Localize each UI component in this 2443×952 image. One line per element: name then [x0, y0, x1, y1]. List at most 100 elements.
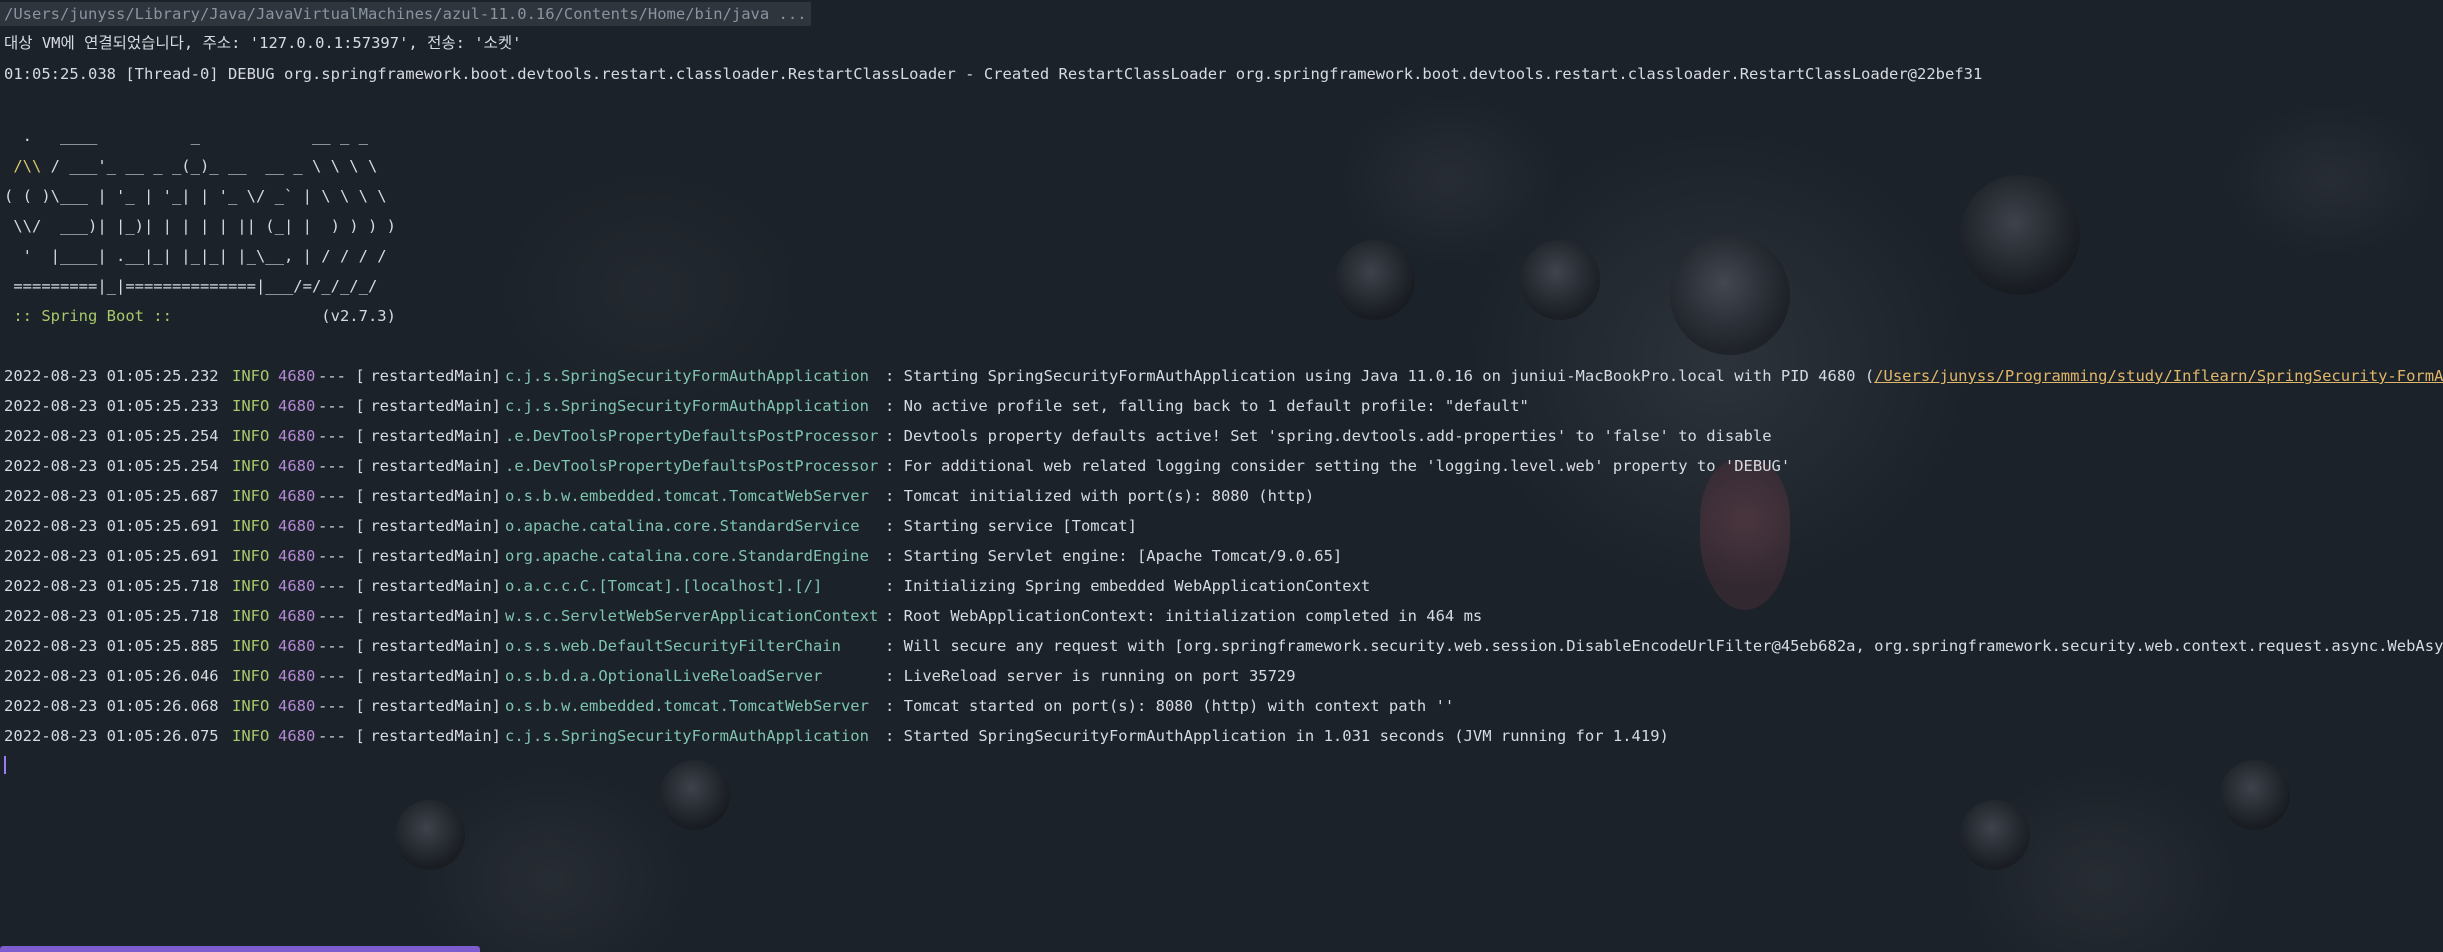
log-separator: --- [ — [318, 457, 365, 475]
log-line: 2022-08-23 01:05:25.885 INFO 4680 --- [rest… — [4, 636, 2443, 656]
log-line: 2022-08-23 01:05:25.232 INFO 4680 --- [rest… — [4, 366, 2443, 386]
log-level: INFO — [232, 517, 270, 535]
log-timestamp: 2022-08-23 01:05:25.718 — [4, 607, 219, 625]
log-logger: o.apache.catalina.core.StandardService — [505, 517, 860, 535]
log-level: INFO — [232, 397, 270, 415]
run-console-window: { "console": { "command": "/Users/junyss… — [0, 0, 2443, 952]
log-thread: restartedMain] — [370, 457, 501, 475]
log-message: : LiveReload server is running on port 3… — [885, 667, 1296, 685]
log-separator: --- [ — [318, 397, 365, 415]
java-command-line: /Users/junyss/Library/Java/JavaVirtualMa… — [0, 2, 811, 26]
log-pid: 4680 — [278, 457, 316, 475]
log-timestamp: 2022-08-23 01:05:25.254 — [4, 457, 219, 475]
log-message: : Tomcat started on port(s): 8080 (http)… — [885, 697, 1455, 715]
log-logger: o.s.b.w.embedded.tomcat.TomcatWebServer — [505, 487, 869, 505]
vm-connected-line: 대상 VM에 연결되었습니다, 주소: '127.0.0.1:57397', 전… — [4, 34, 522, 52]
log-separator: --- [ — [318, 487, 365, 505]
log-level: INFO — [232, 577, 270, 595]
log-logger: .e.DevToolsPropertyDefaultsPostProcessor — [505, 457, 879, 475]
wallpaper-eye-left — [1335, 240, 1415, 320]
log-separator: --- [ — [318, 727, 365, 745]
log-logger: o.s.b.d.a.OptionalLiveReloadServer — [505, 667, 823, 685]
log-timestamp: 2022-08-23 01:05:25.691 — [4, 547, 219, 565]
log-pid: 4680 — [278, 367, 316, 385]
log-timestamp: 2022-08-23 01:05:25.885 — [4, 637, 219, 655]
log-level: INFO — [232, 697, 270, 715]
log-logger: o.s.b.w.embedded.tomcat.TomcatWebServer — [505, 697, 869, 715]
log-level: INFO — [232, 607, 270, 625]
log-separator: --- [ — [318, 547, 365, 565]
wallpaper-eye-far-left-2 — [660, 760, 730, 830]
horizontal-scrollbar[interactable] — [0, 946, 480, 952]
wallpaper-eye-bottom-right — [1960, 800, 2030, 870]
log-separator: --- [ — [318, 517, 365, 535]
log-thread: restartedMain] — [370, 397, 501, 415]
log-message: : No active profile set, falling back to… — [885, 397, 1529, 415]
log-thread: restartedMain] — [370, 727, 501, 745]
log-logger: c.j.s.SpringSecurityFormAuthApplication — [505, 727, 869, 745]
log-timestamp: 2022-08-23 01:05:25.718 — [4, 577, 219, 595]
log-separator: --- [ — [318, 697, 365, 715]
log-logger: o.a.c.c.C.[Tomcat].[localhost].[/] — [505, 577, 823, 595]
log-separator: --- [ — [318, 577, 365, 595]
log-line: 2022-08-23 01:05:26.068 INFO 4680 --- [rest… — [4, 696, 1454, 716]
log-level: INFO — [232, 487, 270, 505]
log-thread: restartedMain] — [370, 487, 501, 505]
log-line: 2022-08-23 01:05:25.691 INFO 4680 --- [rest… — [4, 546, 1342, 566]
banner-line-2: /\\ / ___'_ __ _ _(_)_ __ __ _ \ \ \ \ — [4, 156, 377, 176]
log-thread: restartedMain] — [370, 697, 501, 715]
log-level: INFO — [232, 637, 270, 655]
log-pid: 4680 — [278, 697, 316, 715]
log-level: INFO — [232, 667, 270, 685]
wallpaper-eye-far-left — [395, 800, 465, 870]
log-pid: 4680 — [278, 607, 316, 625]
banner-line-3: ( ( )\___ | '_ | '_| | '_ \/ _` | \ \ \ … — [4, 187, 387, 205]
log-logger: w.s.c.ServletWebServerApplicationContext — [505, 607, 879, 625]
log-line: 2022-08-23 01:05:25.687 INFO 4680 --- [rest… — [4, 486, 1314, 506]
log-logger: c.j.s.SpringSecurityFormAuthApplication — [505, 397, 869, 415]
log-message: : Started SpringSecurityFormAuthApplicat… — [885, 727, 1669, 745]
log-logger: o.s.s.web.DefaultSecurityFilterChain — [505, 637, 841, 655]
wallpaper-eye-right-2 — [1960, 175, 2080, 295]
log-message: : Tomcat initialized with port(s): 8080 … — [885, 487, 1315, 505]
log-timestamp: 2022-08-23 01:05:25.691 — [4, 517, 219, 535]
log-message: : Root WebApplicationContext: initializa… — [885, 607, 1483, 625]
log-separator: --- [ — [318, 637, 365, 655]
log-line: 2022-08-23 01:05:25.254 INFO 4680 --- [rest… — [4, 426, 1772, 446]
log-pid: 4680 — [278, 517, 316, 535]
log-timestamp: 2022-08-23 01:05:25.687 — [4, 487, 219, 505]
log-level: INFO — [232, 547, 270, 565]
banner-line-5: ' |____| .__|_| |_|_| |_\__, | / / / / — [4, 247, 387, 265]
log-file-link[interactable]: /Users/junyss/Programming/study/Inflearn… — [1874, 366, 2443, 386]
log-thread: restartedMain] — [370, 577, 501, 595]
log-timestamp: 2022-08-23 01:05:25.254 — [4, 427, 219, 445]
log-thread: restartedMain] — [370, 547, 501, 565]
log-pid: 4680 — [278, 427, 316, 445]
log-line: 2022-08-23 01:05:26.075 INFO 4680 --- [rest… — [4, 726, 1669, 746]
log-message: : Devtools property defaults active! Set… — [885, 427, 1772, 445]
log-message: : Starting Servlet engine: [Apache Tomca… — [885, 547, 1343, 565]
wallpaper-eye-bottom-right-2 — [2220, 760, 2290, 830]
debug-classloader-line: 01:05:25.038 [Thread-0] DEBUG org.spring… — [4, 65, 1983, 83]
log-thread: restartedMain] — [370, 517, 501, 535]
log-pid: 4680 — [278, 727, 316, 745]
wallpaper-eye-right — [1520, 240, 1600, 320]
log-thread: restartedMain] — [370, 427, 501, 445]
wallpaper-eye-left-2 — [1670, 235, 1790, 355]
log-pid: 4680 — [278, 397, 316, 415]
banner-line-2-rest: / ___'_ __ _ _(_)_ __ __ _ \ \ \ \ — [41, 157, 378, 175]
log-thread: restartedMain] — [370, 667, 501, 685]
log-message: : Will secure any request with [org.spri… — [885, 637, 2443, 655]
log-line: 2022-08-23 01:05:26.046 INFO 4680 --- [rest… — [4, 666, 1296, 686]
log-separator: --- [ — [318, 427, 365, 445]
log-level: INFO — [232, 367, 270, 385]
log-timestamp: 2022-08-23 01:05:26.075 — [4, 727, 219, 745]
log-pid: 4680 — [278, 637, 316, 655]
log-timestamp: 2022-08-23 01:05:25.233 — [4, 397, 219, 415]
log-level: INFO — [232, 457, 270, 475]
log-line: 2022-08-23 01:05:25.718 INFO 4680 --- [rest… — [4, 606, 1482, 626]
log-pid: 4680 — [278, 667, 316, 685]
banner-slash-mark: /\\ — [4, 157, 42, 175]
log-line: 2022-08-23 01:05:25.254 INFO 4680 --- [ rest… — [4, 456, 1790, 476]
log-separator: --- [ — [318, 367, 365, 385]
